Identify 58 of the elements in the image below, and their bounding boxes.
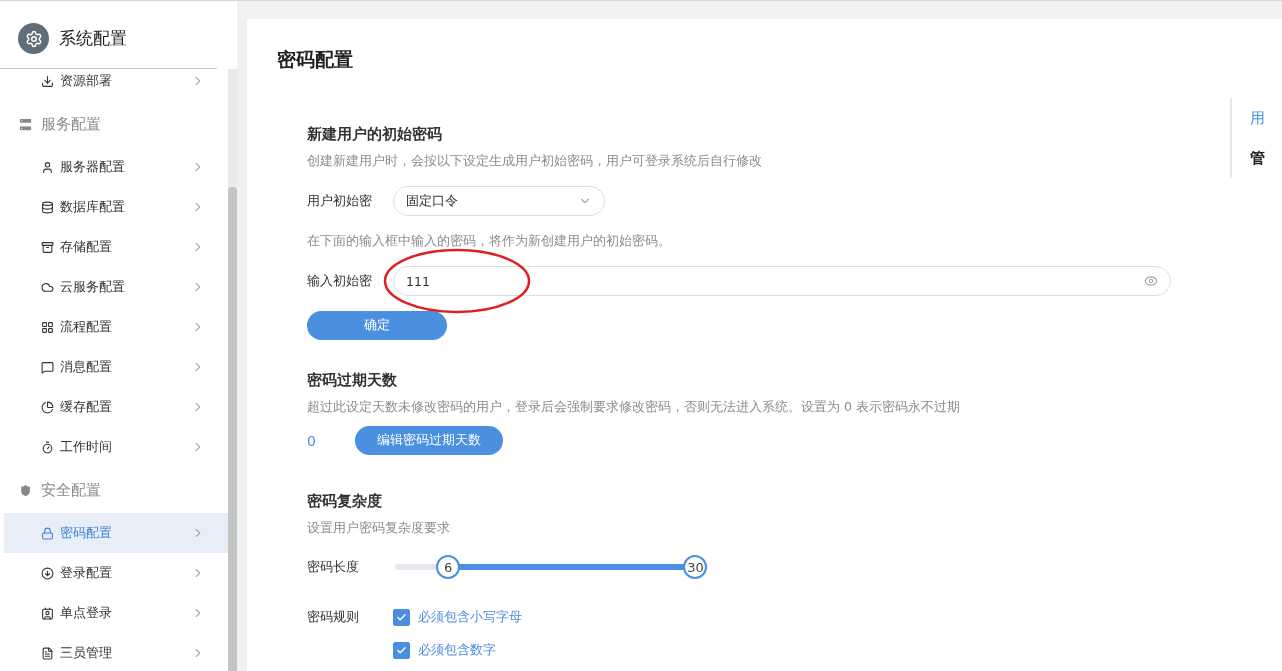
sidebar-item[interactable]: 缓存配置 xyxy=(4,387,229,427)
sidebar-item[interactable]: 单点登录 xyxy=(4,593,229,633)
length-slider[interactable]: 6 30 xyxy=(385,555,718,579)
page-title: 密码配置 xyxy=(277,47,354,72)
menu-icon xyxy=(41,646,54,660)
checkbox[interactable] xyxy=(393,609,410,626)
menu-icon xyxy=(41,74,54,88)
slider-thumb[interactable]: 6 xyxy=(436,555,461,579)
section-heading: 密码复杂度 xyxy=(307,492,383,510)
anchor-link[interactable]: 管 xyxy=(1232,138,1282,178)
menu-icon xyxy=(41,160,54,174)
sidebar-item[interactable]: 存储配置 xyxy=(4,227,229,267)
scrollbar[interactable] xyxy=(228,69,237,671)
menu-icon xyxy=(41,440,54,454)
field-label: 输入初始密 xyxy=(307,272,373,290)
menu-icon xyxy=(41,200,54,214)
menu-icon xyxy=(41,280,54,294)
hint-text: 在下面的输入框中输入的密码，将作为新创建用户的初始密码。 xyxy=(307,233,672,248)
menu-icon xyxy=(41,360,54,374)
menu-icon xyxy=(41,566,54,580)
checkbox-label: 必须包含数字 xyxy=(418,642,496,659)
section-heading: 新建用户的初始密码 xyxy=(307,125,443,143)
scrollbar-thumb[interactable] xyxy=(228,187,237,671)
field-label: 密码规则 xyxy=(307,609,360,626)
eye-icon[interactable] xyxy=(1144,274,1158,288)
field-label: 密码长度 xyxy=(307,558,360,576)
sidebar-item[interactable]: 资源部署 xyxy=(4,61,229,101)
section-description: 创建新建用户时，会按以下设定生成用户初始密码，用户可登录系统后自行修改 xyxy=(307,153,763,168)
sidebar-item[interactable]: 密码配置 xyxy=(4,513,229,553)
group-label: 安全配置 xyxy=(41,480,101,500)
menu-icon xyxy=(41,320,54,334)
sidebar-item[interactable]: 流程配置 xyxy=(4,307,229,347)
sidebar-title: 系统配置 xyxy=(59,27,127,50)
slider-thumb[interactable]: 30 xyxy=(683,555,708,579)
sidebar-item[interactable]: 登录配置 xyxy=(4,553,229,593)
gear-icon xyxy=(18,23,49,54)
check-icon xyxy=(396,612,407,623)
sidebar-item[interactable]: 数据库配置 xyxy=(4,187,229,227)
group-label: 服务配置 xyxy=(41,114,101,134)
checkbox[interactable] xyxy=(393,642,410,659)
sidebar-item[interactable]: 服务器配置 xyxy=(4,147,229,187)
section-description: 设置用户密码复杂度要求 xyxy=(307,520,451,535)
sidebar-item[interactable]: 云服务配置 xyxy=(4,267,229,307)
expiry-days: 0 xyxy=(307,432,339,449)
group-icon xyxy=(18,116,33,132)
section-description: 超过此设定天数未修改密码的用户，登录后会强制要求修改密码，否则无法进入系统。设置为 0 表示密码永不过期 xyxy=(307,399,961,414)
menu-icon xyxy=(41,606,54,620)
sidebar-item[interactable]: 工作时间 xyxy=(4,427,229,467)
sidebar-item[interactable]: 消息配置 xyxy=(4,347,229,387)
group-icon xyxy=(18,482,33,498)
check-icon xyxy=(396,645,407,656)
menu-icon xyxy=(41,526,54,540)
checkbox-label: 必须包含小写字母 xyxy=(418,609,522,626)
section-heading: 密码过期天数 xyxy=(307,371,398,389)
field-label: 用户初始密 xyxy=(307,192,373,210)
menu-icon xyxy=(41,240,54,254)
menu-icon xyxy=(41,400,54,414)
sidebar-item[interactable]: 三员管理 xyxy=(4,633,229,671)
